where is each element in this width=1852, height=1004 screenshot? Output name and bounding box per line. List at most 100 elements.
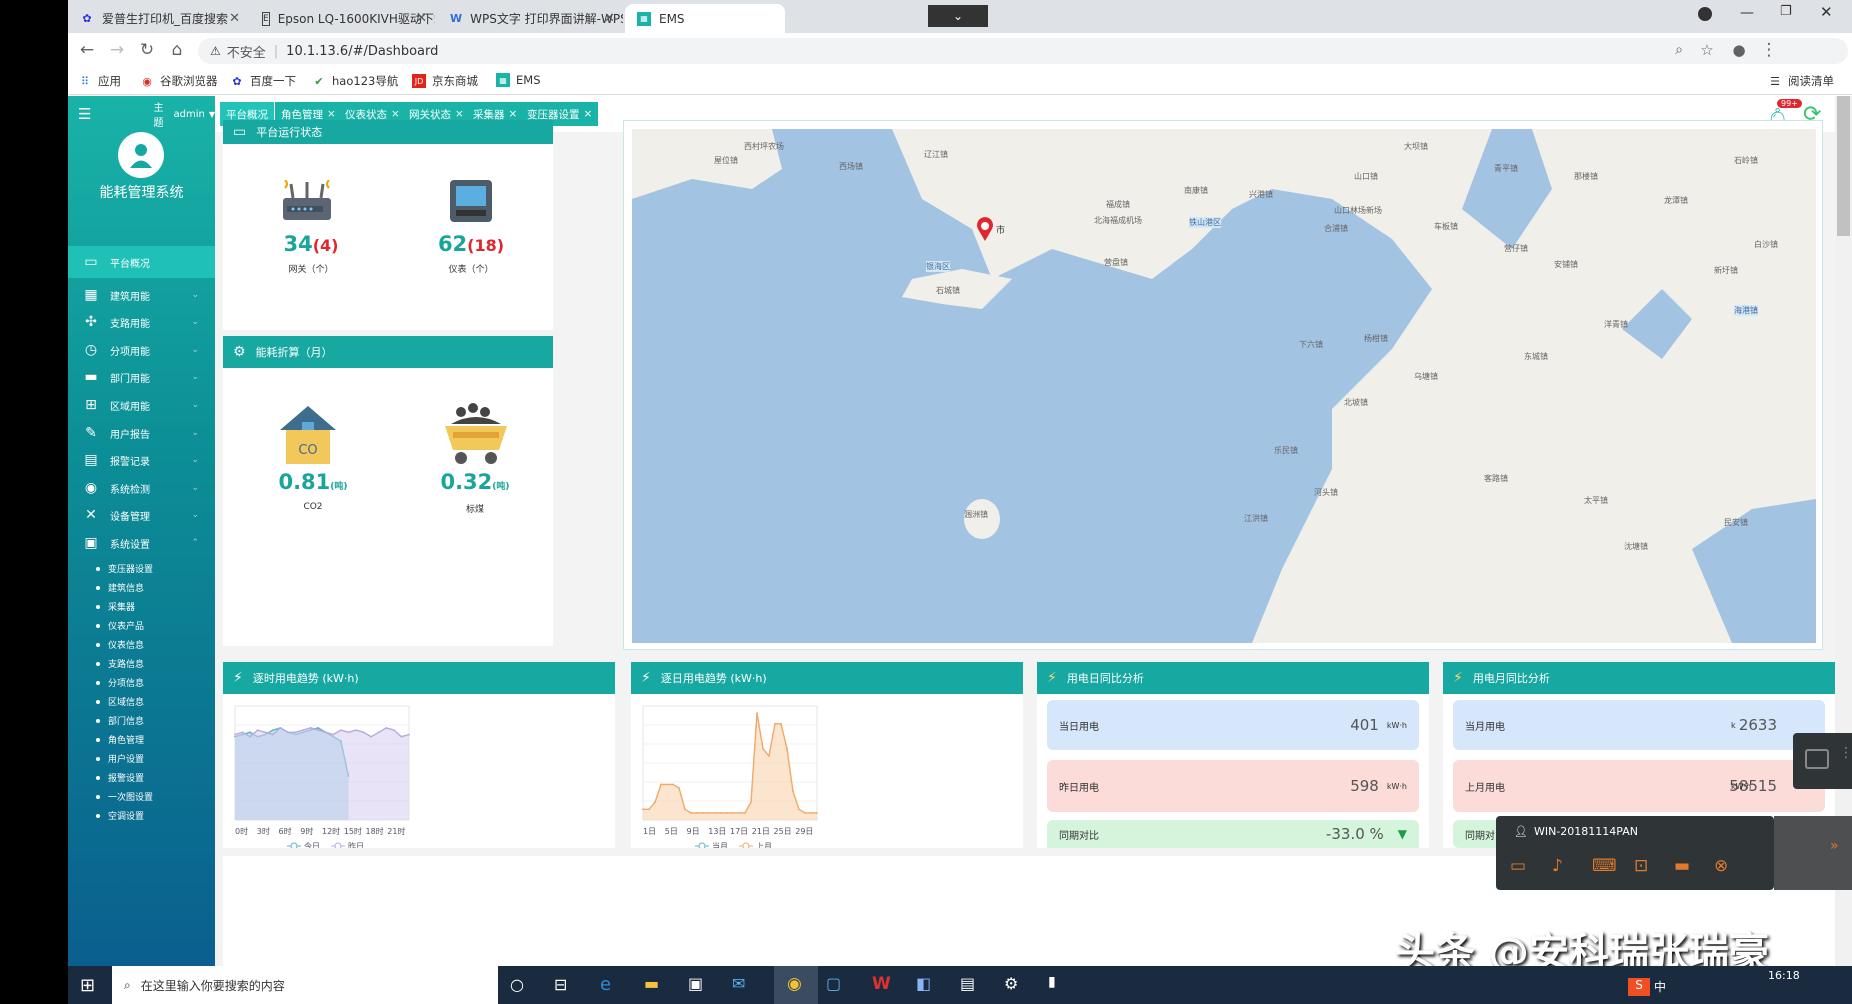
close-icon[interactable]: × bbox=[327, 108, 336, 120]
close-icon[interactable]: × bbox=[455, 108, 464, 120]
submenu-item[interactable]: 变压器设置 bbox=[96, 562, 153, 575]
browser-tab[interactable]: W WPS文字 打印界面讲解-WPS学 ✕ bbox=[438, 4, 623, 33]
forward-icon[interactable]: → bbox=[106, 39, 128, 61]
chevron-down-icon: ⌄ bbox=[191, 345, 199, 355]
close-icon[interactable]: × bbox=[391, 108, 400, 120]
chevron-right-icon[interactable]: » bbox=[1830, 838, 1839, 854]
zoom-icon[interactable]: ⌕ bbox=[1668, 39, 1690, 61]
home-icon[interactable]: ⌂ bbox=[166, 39, 188, 61]
clock[interactable]: 16:18 bbox=[1768, 969, 1800, 982]
store-icon[interactable]: ▣ bbox=[688, 974, 703, 993]
remote-expand-panel[interactable]: » bbox=[1774, 816, 1852, 890]
settings-icon[interactable]: ⚙ bbox=[1004, 974, 1018, 993]
scrollbar-thumb[interactable] bbox=[1837, 96, 1850, 236]
submenu-item[interactable]: 采集器 bbox=[96, 600, 135, 613]
map-place-label: 新圩镇 bbox=[1714, 266, 1738, 275]
mail-icon[interactable]: ✉ bbox=[732, 974, 745, 993]
menu-item-settings[interactable]: ▣ 系统设置 ⌃ bbox=[68, 527, 215, 559]
menu-item-dashboard[interactable]: ▭ 平台概况 bbox=[68, 246, 215, 278]
data-point bbox=[768, 754, 770, 757]
x-tick-label: 25日 bbox=[774, 827, 792, 836]
menu-dots-icon[interactable]: ⋮ bbox=[1758, 39, 1780, 61]
minimize-button[interactable]: — bbox=[1740, 5, 1754, 21]
submenu-item[interactable]: 仪表产品 bbox=[96, 619, 144, 632]
theme-label[interactable]: 主题 bbox=[153, 99, 165, 129]
bookmark-ems[interactable]: ▦ EMS bbox=[496, 73, 541, 87]
bookmark-chrome[interactable]: ◉ 谷歌浏览器 bbox=[140, 73, 217, 89]
close-window-button[interactable]: ✕ bbox=[1820, 3, 1833, 21]
submenu-item[interactable]: 仪表信息 bbox=[96, 638, 144, 651]
browser-tab[interactable]: ✿ 爱普生打印机_百度搜索 ✕ bbox=[68, 4, 248, 33]
profile-dropdown-icon[interactable] bbox=[1698, 7, 1712, 21]
data-point bbox=[234, 733, 236, 736]
chrome-icon: ◉ bbox=[142, 74, 152, 88]
chevron-down-icon: ⌄ bbox=[191, 510, 199, 520]
text-icon[interactable]: ⊡ bbox=[1634, 856, 1648, 876]
windows-start-icon[interactable]: ⊞ bbox=[80, 975, 95, 996]
taskbar-search-box[interactable]: ⌕ 在这里输入你要搜索的内容 bbox=[112, 966, 498, 1004]
maximize-button[interactable]: ❐ bbox=[1780, 4, 1792, 19]
submenu-item[interactable]: 分项信息 bbox=[96, 676, 144, 689]
menu-dots-icon[interactable]: ⋮ bbox=[1839, 745, 1852, 761]
close-icon[interactable]: ✕ bbox=[604, 11, 615, 26]
close-icon[interactable]: ✕ bbox=[229, 11, 240, 26]
submenu-item[interactable]: 一次图设置 bbox=[96, 790, 153, 803]
tab-search-button[interactable]: ⌄ bbox=[928, 5, 988, 27]
submenu-item[interactable]: 部门信息 bbox=[96, 714, 144, 727]
bookmark-hao123[interactable]: ✔ hao123导航 bbox=[312, 73, 398, 89]
reload-icon[interactable]: ↻ bbox=[136, 39, 158, 61]
folder-icon[interactable]: ▬ bbox=[1674, 856, 1690, 876]
bookmark-jd[interactable]: JD 京东商城 bbox=[412, 73, 478, 89]
editor-icon[interactable]: ◧ bbox=[916, 974, 931, 993]
bookmark-apps[interactable]: ⠿ 应用 bbox=[78, 73, 121, 89]
edge-icon[interactable]: e bbox=[600, 974, 611, 995]
address-bar[interactable]: ⚠ 不安全 | 10.1.13.6/#/Dashboard bbox=[198, 38, 1848, 64]
terminal-icon[interactable]: ▮ bbox=[1048, 974, 1056, 990]
file-explorer-icon[interactable]: ▬ bbox=[644, 974, 659, 993]
back-icon[interactable]: ← bbox=[76, 39, 98, 61]
submenu-item[interactable]: 报警设置 bbox=[96, 771, 144, 784]
close-icon[interactable]: × bbox=[509, 108, 518, 120]
submenu-item[interactable]: 空调设置 bbox=[96, 809, 144, 822]
bookmark-baidu[interactable]: ✿ 百度一下 bbox=[230, 73, 296, 89]
network-drive-icon[interactable]: ▤ bbox=[960, 974, 975, 993]
browser-tab-active[interactable]: ▦ EMS bbox=[625, 4, 785, 33]
hamburger-icon[interactable]: ☰ bbox=[78, 105, 91, 123]
browser-tab[interactable]: E Epson LQ-1600KIVH驱动下载 ✕ bbox=[250, 4, 435, 33]
sogou-ime-icon[interactable]: S bbox=[1628, 978, 1650, 996]
reading-list[interactable]: ☰ 阅读清单 bbox=[1768, 73, 1834, 89]
map-place-label: 洋青镇 bbox=[1604, 320, 1628, 329]
ime-mode[interactable]: 中 bbox=[1654, 978, 1666, 995]
star-icon[interactable]: ☆ bbox=[1696, 39, 1718, 61]
coal-label: 标煤 bbox=[465, 505, 484, 515]
submenu-item[interactable]: 建筑信息 bbox=[96, 581, 144, 594]
profile-icon[interactable]: ● bbox=[1728, 39, 1750, 61]
submenu-item[interactable]: 用户设置 bbox=[96, 752, 144, 765]
data-point bbox=[317, 727, 320, 729]
gateway-count: 34(4) bbox=[283, 232, 339, 256]
microphone-icon[interactable]: ♪ bbox=[1552, 856, 1563, 876]
bolt-icon: ⚡ bbox=[233, 670, 243, 686]
multitask-icon[interactable]: ⊟ bbox=[554, 975, 567, 994]
legend-marker bbox=[290, 842, 298, 848]
app-window-icon[interactable]: ▢ bbox=[826, 974, 841, 993]
data-point bbox=[249, 735, 252, 738]
map-place-label: 大坝镇 bbox=[1404, 142, 1428, 151]
close-icon[interactable]: ✕ bbox=[416, 11, 427, 26]
submenu-item[interactable]: 区域信息 bbox=[96, 695, 144, 708]
disconnect-icon[interactable]: ⊗ bbox=[1714, 856, 1728, 876]
map-place-label: 山口镇 bbox=[1354, 172, 1378, 181]
side-tool-panel[interactable]: ⋮ bbox=[1793, 733, 1852, 789]
submenu-item[interactable]: 角色管理 bbox=[96, 733, 144, 746]
chat-icon[interactable]: ▭ bbox=[1510, 856, 1526, 876]
task-view-icon[interactable]: ○ bbox=[510, 975, 524, 994]
wps-icon[interactable]: W bbox=[872, 974, 891, 994]
keyboard-icon[interactable]: ⌨ bbox=[1592, 856, 1617, 876]
submenu-item[interactable]: 支路信息 bbox=[96, 657, 144, 670]
map-marker-icon[interactable] bbox=[976, 217, 994, 241]
map-panel[interactable]: 市 西村坪农场 辽江镇 屋位镇 西场镇 大坝镇 青平镇 石岭镇 福成镇 南康镇 … bbox=[623, 120, 1823, 650]
chrome-taskbar-active[interactable]: ◉ bbox=[774, 966, 818, 1004]
close-icon[interactable]: × bbox=[584, 108, 593, 120]
user-name[interactable]: admin bbox=[174, 109, 205, 120]
map-canvas[interactable] bbox=[632, 129, 1816, 643]
